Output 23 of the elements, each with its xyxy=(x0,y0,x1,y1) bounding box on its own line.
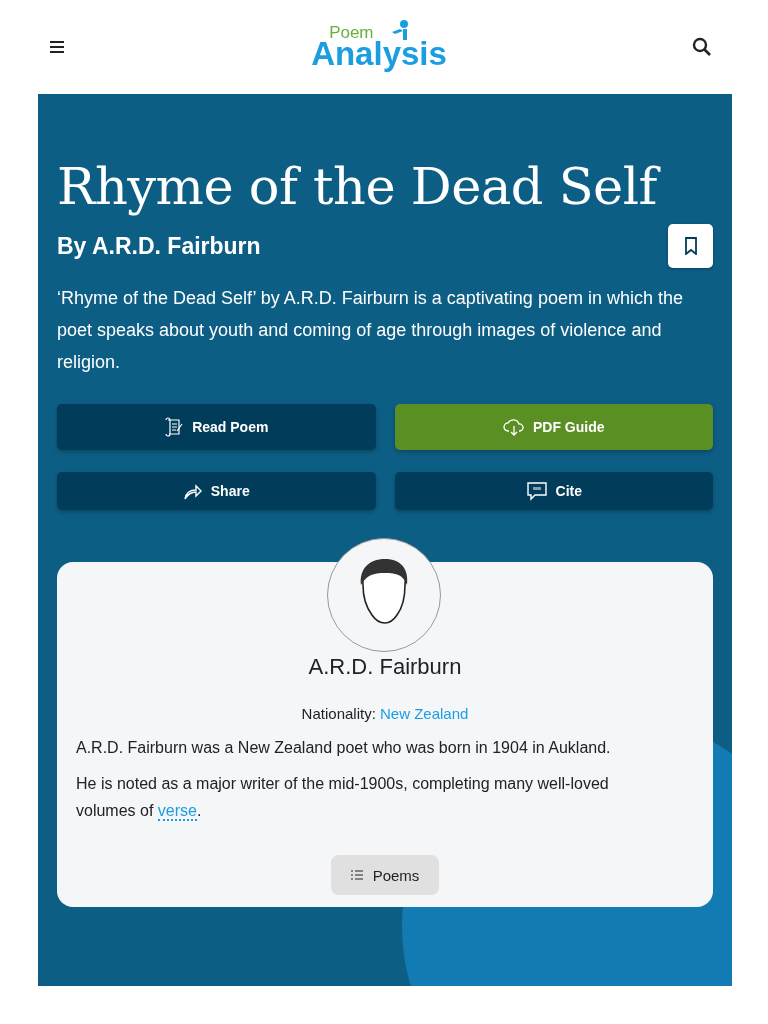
poem-title: Rhyme of the Dead Self xyxy=(57,94,713,218)
poems-button[interactable]: Poems xyxy=(330,855,440,895)
nationality-line: Nationality: New Zealand xyxy=(300,705,470,722)
bookmark-button[interactable] xyxy=(668,224,713,268)
search-icon xyxy=(692,37,712,57)
author-byline: By A.R.D. Fairburn xyxy=(57,232,261,260)
read-poem-button[interactable]: Read Poem xyxy=(57,404,376,450)
author-bio: A.R.D. Fairburn was a New Zealand poet who was born in 1904 in Aukland. xyxy=(76,738,612,758)
author-bio: He is noted as a major writer of the mid-1900s, completing many well-loved volumes of verse. xyxy=(76,774,610,823)
share-arrow-icon xyxy=(182,482,203,500)
list-icon xyxy=(350,870,363,880)
cloud-download-icon xyxy=(502,417,525,437)
quote-bubble-icon xyxy=(525,481,548,501)
cite-button[interactable]: Cite xyxy=(394,472,713,510)
share-button[interactable]: Share xyxy=(57,472,376,510)
bookmark-icon xyxy=(683,237,698,255)
search-button[interactable] xyxy=(692,37,712,57)
author-name: A.R.D. Fairburn xyxy=(307,654,463,680)
menu-button[interactable] xyxy=(48,40,66,54)
poem-summary: ‘Rhyme of the Dead Self’ by A.R.D. Fairburn is a captivating poem in which the poet speaks about youth and coming of age through images of violence and religion. xyxy=(57,287,684,374)
menu-icon xyxy=(48,40,66,54)
pdf-guide-button[interactable]: PDF Guide xyxy=(394,404,713,450)
scroll-icon xyxy=(164,417,185,437)
